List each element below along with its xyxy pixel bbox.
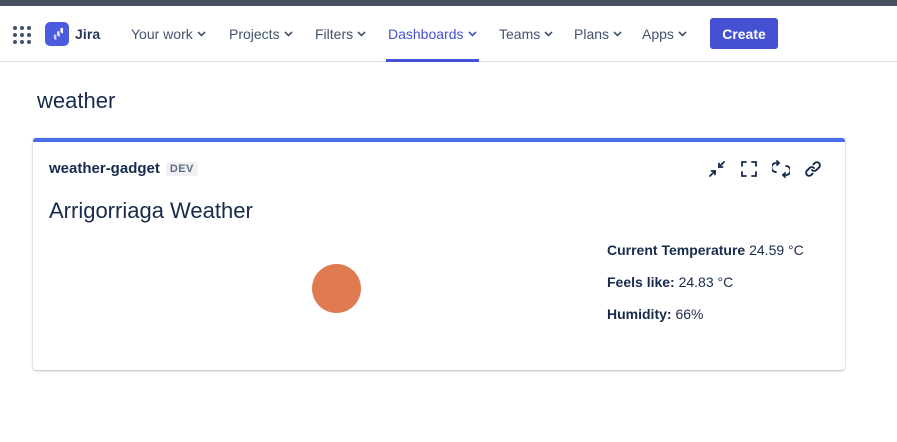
weather-heading: Arrigorriaga Weather xyxy=(49,198,253,223)
feels-like-label: Feels like: xyxy=(607,274,675,290)
nav-label: Plans xyxy=(574,26,610,42)
nav-your-work[interactable]: Your work xyxy=(131,6,206,62)
temperature-label: Current Temperature xyxy=(607,242,746,258)
nav-label: Dashboards xyxy=(388,26,464,42)
chevron-down-icon xyxy=(544,31,553,37)
create-button[interactable]: Create xyxy=(710,18,778,49)
dev-badge: DEV xyxy=(165,161,198,176)
feels-like-row: Feels like: 24.83 °C xyxy=(607,272,804,304)
gadget-header: weather-gadget DEV xyxy=(49,160,198,177)
temperature-value: 24.59 °C xyxy=(749,242,804,258)
gadget-title: weather-gadget xyxy=(49,160,160,177)
nav-dashboards[interactable]: Dashboards xyxy=(386,6,478,62)
nav-label: Projects xyxy=(229,26,280,42)
nav-plans[interactable]: Plans xyxy=(574,6,622,62)
brand-name: Jira xyxy=(75,26,101,42)
jira-icon xyxy=(45,22,69,46)
refresh-icon[interactable] xyxy=(771,159,791,179)
chevron-down-icon xyxy=(197,31,206,37)
app-switcher-icon[interactable] xyxy=(13,26,31,44)
nav-teams[interactable]: Teams xyxy=(499,6,553,62)
weather-stats: Current Temperature 24.59 °C Feels like:… xyxy=(607,240,804,336)
chevron-down-icon xyxy=(613,31,622,37)
minimize-icon[interactable] xyxy=(707,159,727,179)
chevron-down-icon xyxy=(467,31,477,37)
jira-logo[interactable]: Jira xyxy=(45,22,100,46)
nav-projects[interactable]: Projects xyxy=(229,6,293,62)
fullscreen-icon[interactable] xyxy=(739,159,759,179)
humidity-row: Humidity: 66% xyxy=(607,304,804,336)
humidity-label: Humidity: xyxy=(607,306,672,322)
gadget-toolbar xyxy=(707,159,823,179)
nav-label: Teams xyxy=(499,26,541,42)
weather-gadget: weather-gadget DEV Arrigorriaga Weather … xyxy=(33,138,845,370)
nav-filters[interactable]: Filters xyxy=(315,6,366,62)
nav-label: Apps xyxy=(642,26,674,42)
chevron-down-icon xyxy=(284,31,293,37)
temperature-row: Current Temperature 24.59 °C xyxy=(607,240,804,272)
page-title: weather xyxy=(37,88,116,113)
nav-apps[interactable]: Apps xyxy=(642,6,687,62)
feels-like-value: 24.83 °C xyxy=(678,274,734,290)
top-navigation: Jira Your work Projects Filters Dashboar… xyxy=(0,6,897,62)
link-icon[interactable] xyxy=(803,159,823,179)
weather-indicator xyxy=(312,264,361,313)
nav-label: Filters xyxy=(315,26,354,42)
chevron-down-icon xyxy=(678,31,687,37)
nav-label: Your work xyxy=(131,26,193,42)
chevron-down-icon xyxy=(357,31,366,37)
humidity-value: 66% xyxy=(675,306,704,322)
